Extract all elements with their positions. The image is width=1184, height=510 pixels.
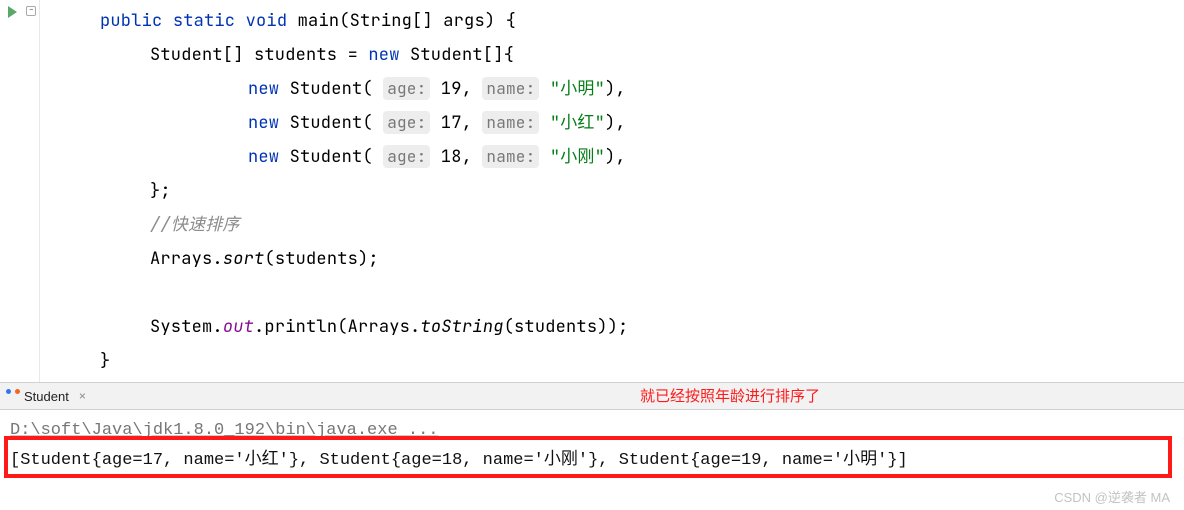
keyword-new: new	[248, 146, 279, 168]
param-hint-name: name:	[482, 111, 539, 134]
run-tab-bar: Student × 就已经按照年龄进行排序了	[0, 382, 1184, 410]
age-value-3: 18,	[430, 146, 482, 168]
age-value-2: 17,	[430, 112, 482, 134]
watermark-text: CSDN @逆袭者 MA	[1054, 487, 1170, 506]
decl-prefix: Student[] students =	[150, 44, 368, 66]
sort-args: (students);	[264, 248, 378, 270]
name-string-3: "小刚"	[550, 146, 605, 168]
method-params: (String[] args) {	[339, 10, 516, 32]
name-string-2: "小红"	[550, 112, 605, 134]
param-hint-name: name:	[482, 145, 539, 168]
ctor-open: Student(	[279, 78, 383, 100]
run-gutter-icon[interactable]	[6, 4, 20, 18]
ctor-open: Student(	[279, 146, 383, 168]
console-command-path: D:\soft\Java\jdk1.8.0_192\bin\java.exe .…	[10, 416, 1174, 446]
console-stdout-line: [Student{age=17, name='小红'}, Student{age…	[10, 446, 1174, 476]
space	[539, 78, 549, 100]
tostring-method: toString	[420, 316, 503, 338]
method-close-brace: }	[100, 350, 110, 372]
sort-method: sort	[223, 248, 265, 270]
keyword-new: new	[248, 112, 279, 134]
keyword-new: new	[368, 44, 399, 66]
space	[539, 112, 549, 134]
param-hint-age: age:	[383, 77, 430, 100]
close-icon[interactable]: ×	[79, 389, 86, 403]
array-close: };	[150, 180, 171, 202]
decl-suffix: Student[]{	[400, 44, 514, 66]
annotation-text: 就已经按照年龄进行排序了	[640, 385, 820, 406]
keyword-public: public	[100, 10, 162, 32]
comment-line: //快速排序	[150, 214, 240, 236]
name-string-1: "小明"	[550, 78, 605, 100]
method-name: main	[298, 10, 340, 32]
print-args: (students));	[504, 316, 629, 338]
param-hint-age: age:	[383, 145, 430, 168]
keyword-new: new	[248, 78, 279, 100]
run-tab-label[interactable]: Student	[24, 389, 69, 404]
editor-gutter	[0, 0, 40, 382]
fold-icon[interactable]	[26, 6, 36, 16]
space	[539, 146, 549, 168]
keyword-void: void	[246, 10, 288, 32]
age-value-1: 19,	[430, 78, 482, 100]
code-content[interactable]: public static void main(String[] args) {…	[40, 0, 1184, 382]
out-field: out	[223, 316, 254, 338]
keyword-static: static	[173, 10, 235, 32]
ctor-close: ),	[605, 146, 626, 168]
param-hint-name: name:	[482, 77, 539, 100]
ctor-close: ),	[605, 78, 626, 100]
ctor-close: ),	[605, 112, 626, 134]
arrays-class: Arrays.	[150, 248, 223, 270]
param-hint-age: age:	[383, 111, 430, 134]
println-call: .println(Arrays.	[254, 316, 420, 338]
console-output-panel[interactable]: D:\soft\Java\jdk1.8.0_192\bin\java.exe .…	[0, 410, 1184, 476]
run-config-icon	[6, 389, 20, 403]
system-class: System.	[150, 316, 223, 338]
ctor-open: Student(	[279, 112, 383, 134]
code-editor[interactable]: public static void main(String[] args) {…	[0, 0, 1184, 382]
